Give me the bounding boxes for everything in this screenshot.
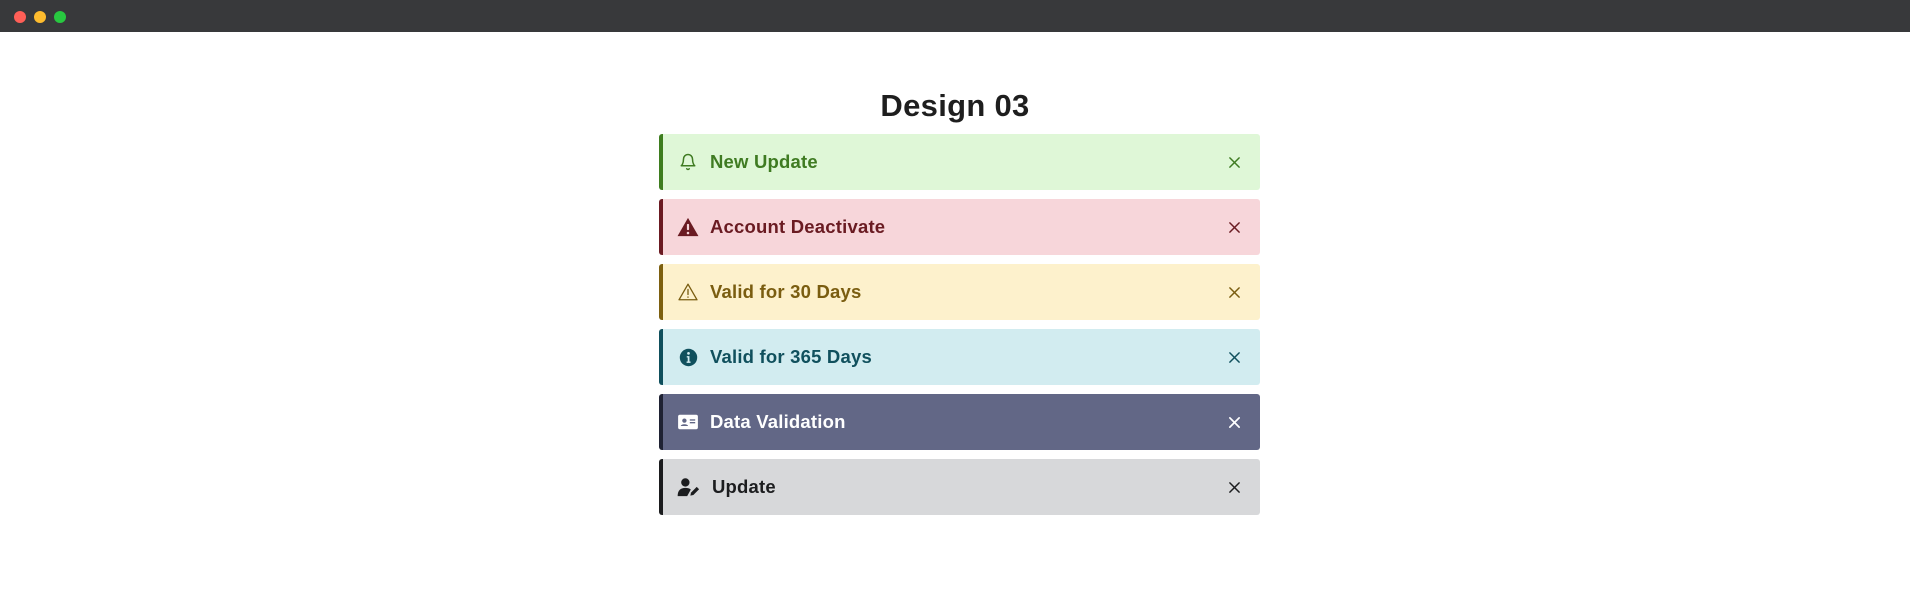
close-icon[interactable] bbox=[1222, 215, 1246, 239]
info-icon bbox=[677, 346, 699, 368]
window-titlebar bbox=[0, 0, 1910, 32]
alert-label: New Update bbox=[710, 151, 818, 172]
page-title: Design 03 bbox=[880, 88, 1030, 123]
window-minimize-button[interactable] bbox=[34, 11, 46, 23]
window-close-button[interactable] bbox=[14, 11, 26, 23]
warning-outline-icon bbox=[677, 281, 699, 303]
close-icon[interactable] bbox=[1222, 345, 1246, 369]
close-icon[interactable] bbox=[1222, 150, 1246, 174]
alert-valid-30-days: Valid for 30 Days bbox=[659, 264, 1260, 320]
alert-valid-365-days: Valid for 365 Days bbox=[659, 329, 1260, 385]
alert-label: Account Deactivate bbox=[710, 216, 886, 237]
alert-account-deactivate: Account Deactivate bbox=[659, 199, 1260, 255]
close-icon[interactable] bbox=[1222, 410, 1246, 434]
alert-label: Valid for 30 Days bbox=[710, 281, 862, 302]
alert-label: Valid for 365 Days bbox=[710, 346, 872, 367]
window-maximize-button[interactable] bbox=[54, 11, 66, 23]
alert-list: New Update Account Deactivate Valid for … bbox=[659, 134, 1260, 524]
alert-data-validation: Data Validation bbox=[659, 394, 1260, 450]
user-edit-icon bbox=[677, 476, 701, 498]
alert-label: Update bbox=[712, 476, 776, 497]
alert-update: Update bbox=[659, 459, 1260, 515]
close-icon[interactable] bbox=[1222, 280, 1246, 304]
warning-filled-icon bbox=[677, 216, 699, 238]
close-icon[interactable] bbox=[1222, 475, 1246, 499]
alert-label: Data Validation bbox=[710, 411, 846, 432]
bell-icon bbox=[677, 151, 699, 173]
id-card-icon bbox=[677, 411, 699, 433]
alert-new-update: New Update bbox=[659, 134, 1260, 190]
